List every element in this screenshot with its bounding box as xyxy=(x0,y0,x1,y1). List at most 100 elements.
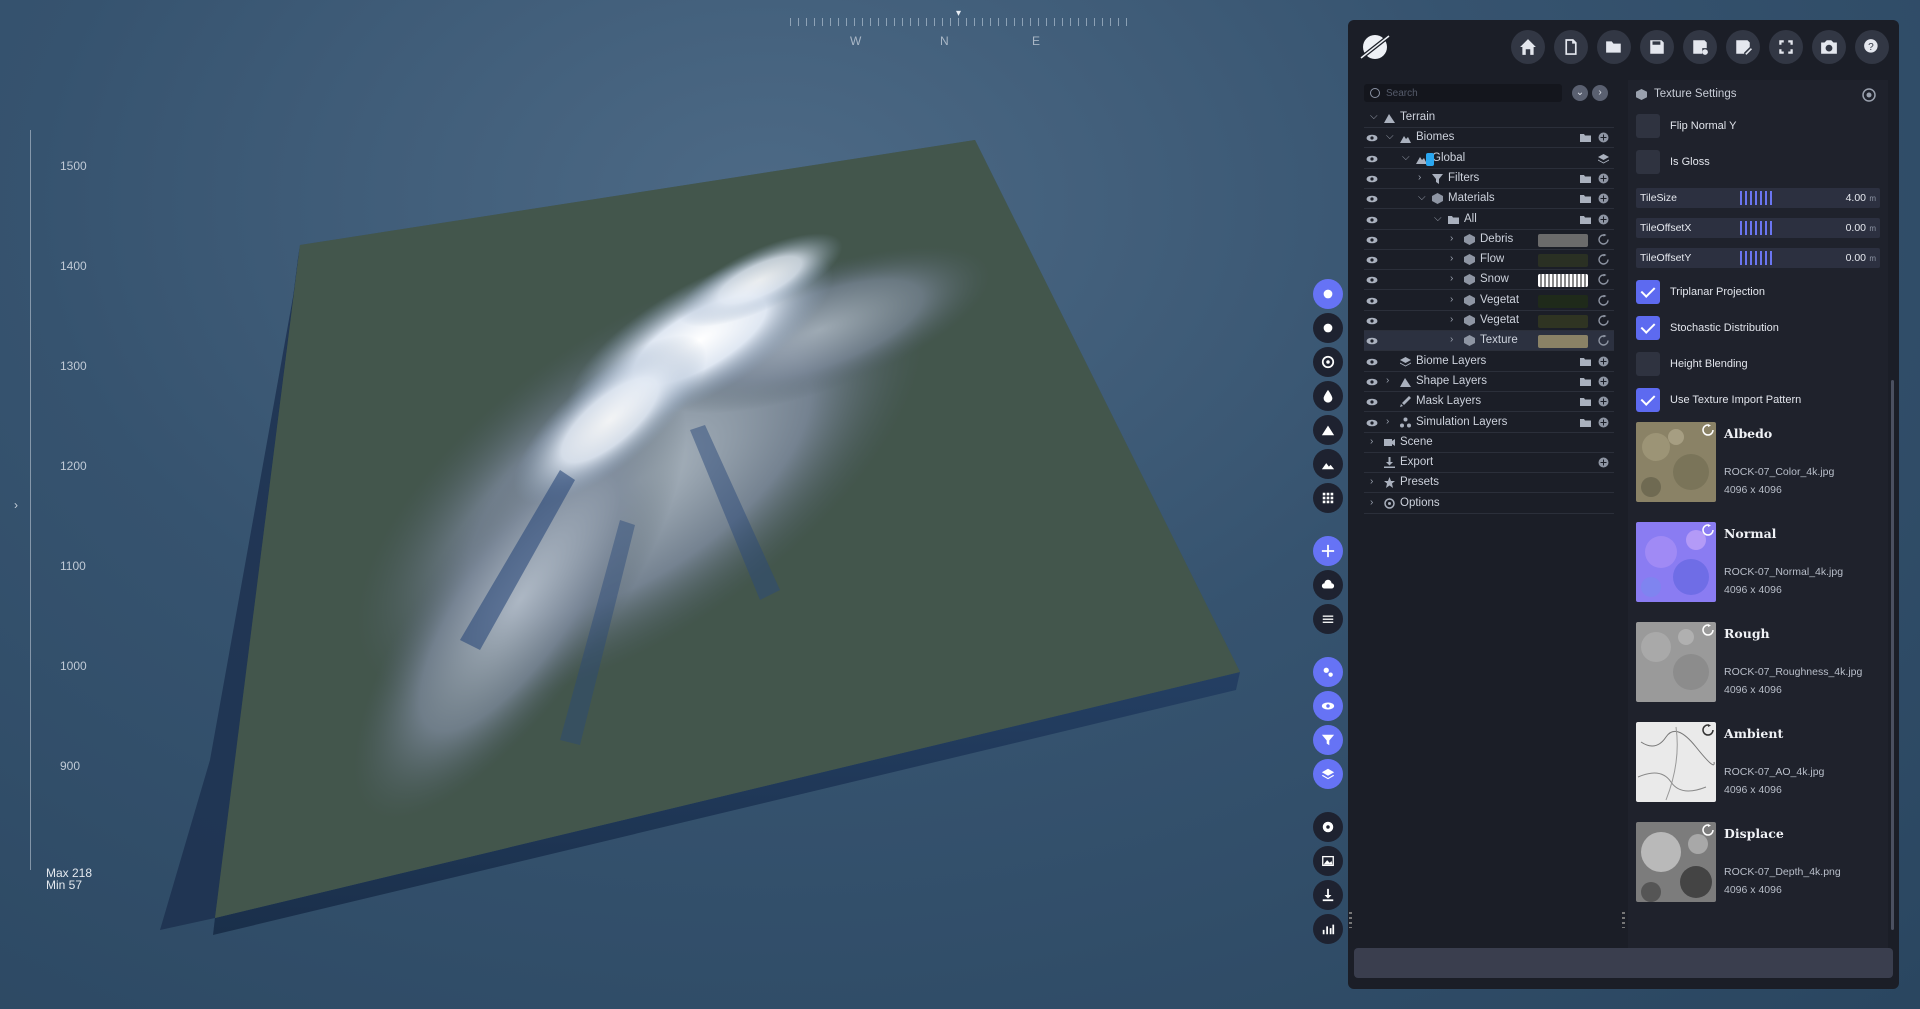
expand-all-button[interactable]: › xyxy=(1592,85,1608,101)
flip-normal-y-checkbox[interactable] xyxy=(1636,114,1660,138)
tree-row-shape-layers[interactable]: › Shape Layers xyxy=(1364,372,1614,392)
resize-grip-icon[interactable] xyxy=(1622,912,1625,928)
chevron-down-icon[interactable]: ⌵ xyxy=(1402,152,1410,163)
tree-row-options[interactable]: › Options xyxy=(1364,494,1614,514)
eye-icon[interactable] xyxy=(1366,132,1378,144)
material-swatch[interactable] xyxy=(1538,254,1588,268)
filter-tool-button[interactable] xyxy=(1313,725,1343,755)
tree-row-scene[interactable]: › Scene xyxy=(1364,433,1614,453)
chevron-right-icon[interactable]: › xyxy=(1450,273,1453,284)
flip-normal-y-row[interactable]: Flip Normal Y xyxy=(1636,114,1886,140)
refresh-icon[interactable] xyxy=(1598,274,1609,286)
chevron-right-icon[interactable]: › xyxy=(1450,334,1453,345)
slider-handle-icon[interactable] xyxy=(1740,251,1774,265)
eye-icon[interactable] xyxy=(1366,274,1378,286)
chevron-down-icon[interactable]: ⌵ xyxy=(1434,213,1442,224)
expand-left-icon[interactable]: › xyxy=(14,498,18,512)
chevron-right-icon[interactable]: › xyxy=(1450,294,1453,305)
folder-icon[interactable] xyxy=(1580,356,1591,367)
snowflake-tool-button[interactable] xyxy=(1313,536,1343,566)
visibility-tool-button[interactable] xyxy=(1313,691,1343,721)
folder-icon[interactable] xyxy=(1580,214,1591,225)
tree-row-veg2[interactable]: › Vegetat xyxy=(1364,311,1614,331)
chevron-down-icon[interactable]: ⌵ xyxy=(1386,131,1394,142)
tile-size-value[interactable]: 4.00 xyxy=(1846,192,1866,204)
tree-row-presets[interactable]: › Presets xyxy=(1364,473,1614,494)
tile-offset-x-value[interactable]: 0.00 xyxy=(1846,222,1866,234)
cloud-tool-button[interactable] xyxy=(1313,570,1343,600)
record-tool-button[interactable] xyxy=(1313,812,1343,842)
stochastic-checkbox[interactable] xyxy=(1636,316,1660,340)
eye-icon[interactable] xyxy=(1366,396,1378,408)
eye-icon[interactable] xyxy=(1366,417,1378,429)
eye-icon[interactable] xyxy=(1366,295,1378,307)
material-swatch[interactable] xyxy=(1538,335,1588,349)
refresh-button[interactable] xyxy=(1769,30,1803,64)
tile-offset-x-slider[interactable]: TileOffsetX 0.00 m xyxy=(1636,218,1880,238)
plus-icon[interactable] xyxy=(1598,193,1609,204)
height-blending-checkbox[interactable] xyxy=(1636,352,1660,376)
eye-icon[interactable] xyxy=(1366,376,1378,388)
refresh-icon[interactable] xyxy=(1598,233,1609,245)
eye-icon[interactable] xyxy=(1366,335,1378,347)
plus-icon[interactable] xyxy=(1598,376,1609,387)
help-button[interactable]: ? xyxy=(1855,30,1889,64)
tree-row-biomes[interactable]: ⌵ Biomes xyxy=(1364,128,1614,149)
save-settings-button[interactable] xyxy=(1683,30,1717,64)
refresh-icon[interactable] xyxy=(1598,294,1609,306)
refresh-icon[interactable] xyxy=(1598,254,1609,265)
reload-icon[interactable] xyxy=(1702,424,1714,436)
home-button[interactable] xyxy=(1511,30,1545,64)
sun-tool-button[interactable] xyxy=(1313,279,1343,309)
import-pattern-checkbox[interactable] xyxy=(1636,388,1660,412)
grid-tool-button[interactable] xyxy=(1313,483,1343,513)
tree-row-terrain[interactable]: ⌵ Terrain xyxy=(1364,108,1614,128)
eye-icon[interactable] xyxy=(1366,153,1378,165)
download-tool-button[interactable] xyxy=(1313,880,1343,910)
new-file-button[interactable] xyxy=(1554,30,1588,64)
stochastic-row[interactable]: Stochastic Distribution xyxy=(1636,316,1886,342)
reload-icon[interactable] xyxy=(1702,624,1714,636)
shade-tool-button[interactable] xyxy=(1313,313,1343,343)
plus-icon[interactable] xyxy=(1598,214,1609,225)
tree-row-export[interactable]: Export xyxy=(1364,453,1614,474)
tree-row-biome-layers[interactable]: Biome Layers xyxy=(1364,352,1614,372)
is-gloss-checkbox[interactable] xyxy=(1636,150,1660,174)
settings-tool-button[interactable] xyxy=(1313,657,1343,687)
eye-icon[interactable] xyxy=(1366,214,1378,226)
slider-handle-icon[interactable] xyxy=(1740,221,1774,235)
tree-row-veg1[interactable]: › Vegetat xyxy=(1364,291,1614,311)
save-as-button[interactable] xyxy=(1726,30,1760,64)
folder-icon[interactable] xyxy=(1580,396,1591,407)
app-logo-icon[interactable] xyxy=(1358,30,1392,64)
stats-tool-button[interactable] xyxy=(1313,914,1343,944)
chevron-right-icon[interactable]: › xyxy=(1450,253,1453,264)
texture-slot-normal[interactable]: Normal ROCK-07_Normal_4k.jpg 4096 x 4096 xyxy=(1636,522,1886,606)
folder-icon[interactable] xyxy=(1580,132,1591,143)
settings-gear-icon[interactable] xyxy=(1862,88,1876,102)
material-swatch[interactable] xyxy=(1426,152,1434,166)
chevron-right-icon[interactable]: › xyxy=(1450,233,1453,244)
settings-scrollbar[interactable] xyxy=(1891,380,1894,930)
folder-icon[interactable] xyxy=(1580,417,1591,428)
tree-row-mask-layers[interactable]: Mask Layers xyxy=(1364,392,1614,413)
tree-row-simulation-layers[interactable]: › Simulation Layers xyxy=(1364,413,1614,433)
tile-offset-y-slider[interactable]: TileOffsetY 0.00 m xyxy=(1636,248,1880,268)
plus-icon[interactable] xyxy=(1598,132,1609,143)
eye-icon[interactable] xyxy=(1366,356,1378,368)
eye-icon[interactable] xyxy=(1366,193,1378,205)
texture-slot-displace[interactable]: Displace ROCK-07_Depth_4k.png 4096 x 409… xyxy=(1636,822,1886,906)
search-input[interactable] xyxy=(1364,84,1562,102)
layers-tool-button[interactable] xyxy=(1313,759,1343,789)
mountain-tool-button[interactable] xyxy=(1313,415,1343,445)
refresh-icon[interactable] xyxy=(1598,315,1609,326)
tile-offset-y-value[interactable]: 0.00 xyxy=(1846,252,1866,264)
reload-icon[interactable] xyxy=(1702,724,1714,736)
triplanar-checkbox[interactable] xyxy=(1636,280,1660,304)
tree-row-filters[interactable]: › Filters xyxy=(1364,169,1614,189)
chevron-right-icon[interactable]: › xyxy=(1450,314,1453,325)
reload-icon[interactable] xyxy=(1702,524,1714,536)
landscape-tool-button[interactable] xyxy=(1313,449,1343,479)
target-tool-button[interactable] xyxy=(1313,347,1343,377)
tree-row-debris[interactable]: › Debris xyxy=(1364,230,1614,250)
